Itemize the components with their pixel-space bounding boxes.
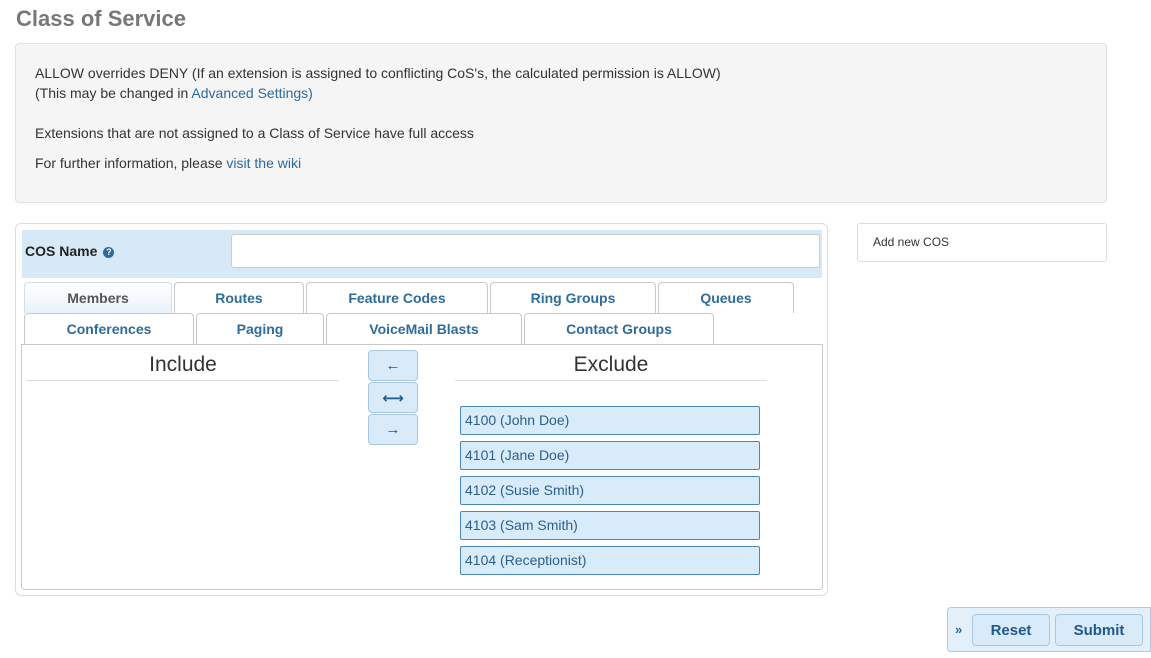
add-new-cos-button[interactable]: Add new COS — [857, 223, 1107, 262]
info-line-wiki-text: For further information, please — [35, 155, 227, 171]
exclude-list-item[interactable]: 4102 (Susie Smith) — [460, 476, 760, 505]
move-right-button[interactable]: → — [368, 414, 418, 445]
question-circle-icon[interactable]: ? — [103, 247, 115, 258]
advanced-settings-link[interactable]: Advanced Settings) — [191, 85, 312, 101]
tab-routes[interactable]: Routes — [174, 282, 304, 313]
cos-name-label: COS Name? — [25, 243, 115, 259]
tab-contact-groups[interactable]: Contact Groups — [524, 313, 714, 344]
submit-button[interactable]: Submit — [1055, 614, 1143, 646]
reset-button[interactable]: Reset — [972, 614, 1050, 646]
tab-conferences[interactable]: Conferences — [24, 313, 194, 344]
cos-name-row: COS Name? — [22, 230, 822, 278]
cos-name-label-text: COS Name — [25, 243, 98, 259]
exclude-header: Exclude — [455, 345, 767, 381]
swap-button[interactable]: ⟷ — [368, 382, 418, 413]
visit-wiki-link[interactable]: visit the wiki — [226, 155, 301, 171]
info-line-advanced-text: (This may be changed in — [35, 85, 192, 101]
action-bar: » Reset Submit — [947, 607, 1151, 652]
cos-form-panel: COS Name? Members Routes Feature Codes R… — [15, 223, 828, 596]
exclude-list-item[interactable]: 4101 (Jane Doe) — [460, 441, 760, 470]
cos-name-input[interactable] — [231, 234, 820, 268]
info-line-wiki: For further information, please visit th… — [35, 153, 301, 173]
exclude-list-item[interactable]: 4100 (John Doe) — [460, 406, 760, 435]
arrows-horizontal-icon: ⟷ — [382, 389, 404, 407]
exclude-list-item[interactable]: 4103 (Sam Smith) — [460, 511, 760, 540]
exclude-list-item[interactable]: 4104 (Receptionist) — [460, 546, 760, 575]
tab-members[interactable]: Members — [24, 282, 172, 313]
tab-queues[interactable]: Queues — [658, 282, 794, 313]
include-header: Include — [27, 345, 339, 381]
info-line-advanced: (This may be changed in Advanced Setting… — [35, 83, 313, 103]
info-line-full-access: Extensions that are not assigned to a Cl… — [35, 125, 474, 141]
tab-ring-groups[interactable]: Ring Groups — [490, 282, 656, 313]
double-chevron-right-icon[interactable]: » — [955, 622, 962, 637]
tab-paging[interactable]: Paging — [196, 313, 324, 344]
info-box: ALLOW overrides DENY (If an extension is… — [15, 43, 1107, 203]
tab-voicemail-blasts[interactable]: VoiceMail Blasts — [326, 313, 522, 344]
arrow-right-icon: → — [385, 421, 401, 438]
arrow-left-icon: ← — [385, 357, 401, 374]
info-line-allow: ALLOW overrides DENY (If an extension is… — [35, 65, 721, 81]
members-tab-content: Include Exclude ← ⟷ → 4100 (John Doe) 41… — [21, 344, 823, 590]
tab-feature-codes[interactable]: Feature Codes — [306, 282, 488, 313]
move-left-button[interactable]: ← — [368, 350, 418, 381]
page-title: Class of Service — [16, 6, 186, 31]
